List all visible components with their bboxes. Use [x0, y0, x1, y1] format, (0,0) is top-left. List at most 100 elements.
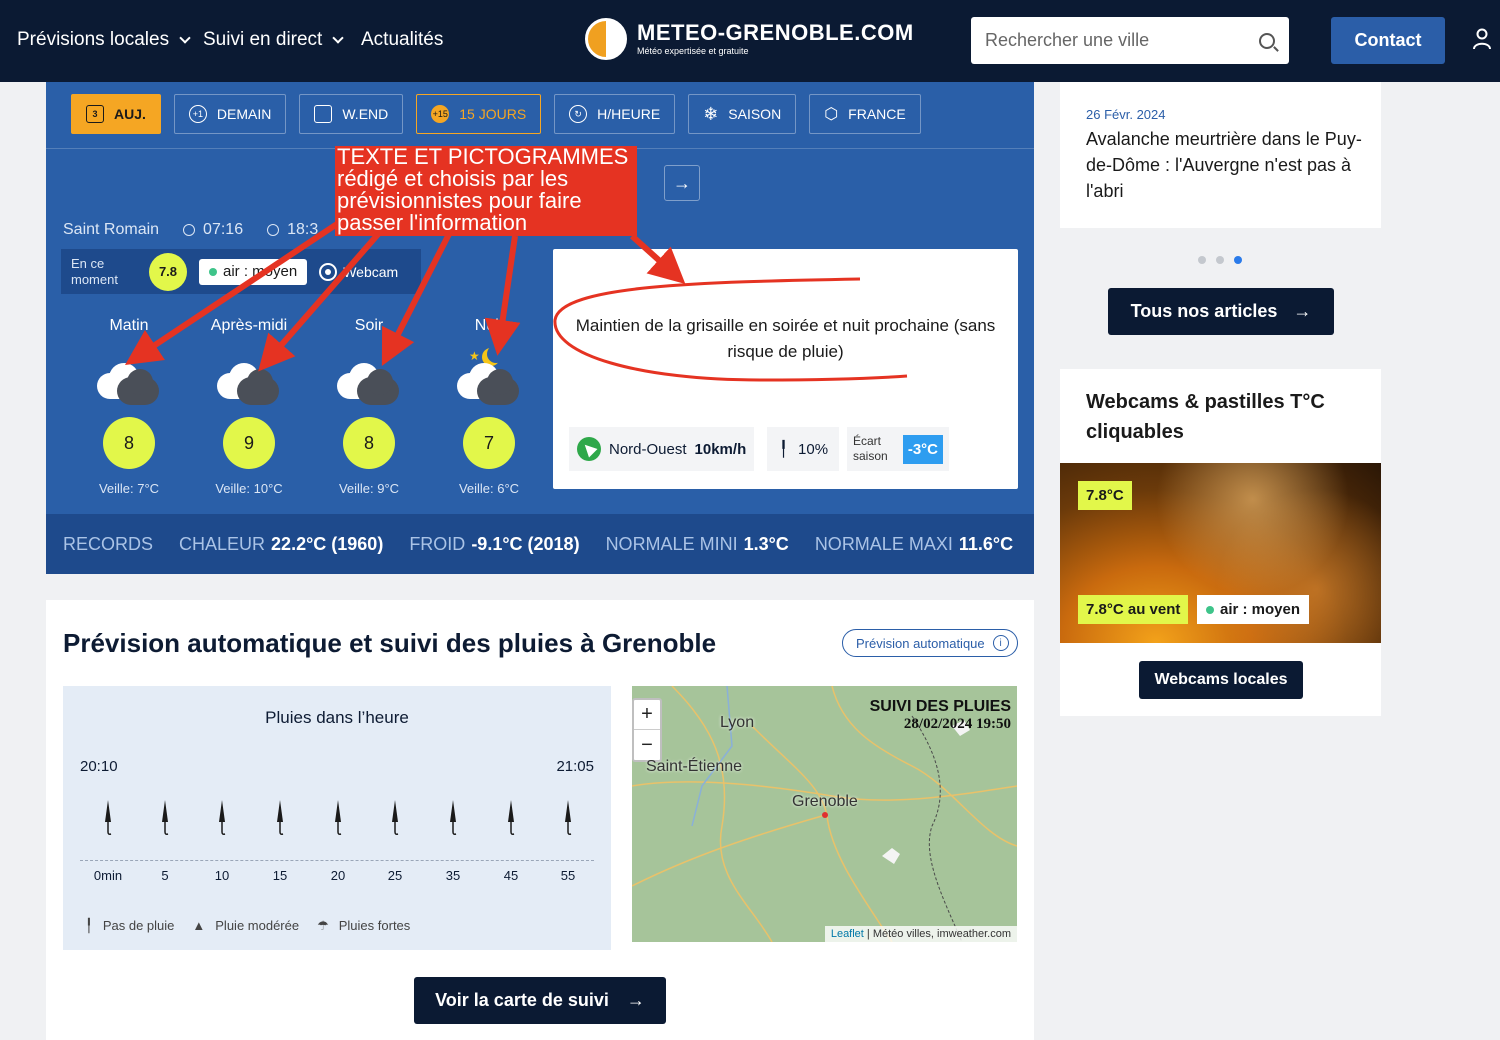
tab-label: W.END	[342, 106, 389, 122]
voir-carte-button[interactable]: Voir la carte de suivi →	[414, 977, 666, 1024]
sunrise-time: 07:16	[203, 221, 244, 238]
article-title[interactable]: Avalanche meurtrière dans le Puy-de-Dôme…	[1086, 126, 1366, 204]
forecast-text: Maintien de la grisaille en soirée et nu…	[575, 316, 996, 361]
rain-chance-value: 10%	[798, 440, 829, 458]
map-date: 28/02/2024 19:50	[903, 716, 1011, 732]
nav-suivi-en-direct[interactable]: Suivi en direct	[203, 29, 345, 51]
zoom-in-button[interactable]: +	[634, 700, 660, 730]
season-gap-label: Écart saison	[853, 434, 888, 463]
rain-chance: ╿ 10%	[767, 427, 839, 471]
next-arrow-button[interactable]: →	[664, 165, 700, 201]
webcam-air-badge[interactable]: air : moyen	[1197, 595, 1310, 624]
france-map-icon: ⬡	[824, 106, 839, 123]
tab-h-heure[interactable]: ↻ H/HEURE	[554, 94, 676, 134]
all-articles-label: Tous nos articles	[1130, 301, 1278, 321]
rain-end-time: 21:05	[556, 758, 594, 775]
period-name: Nuit	[474, 317, 504, 334]
period-veille: Veille: 6°C	[458, 481, 520, 496]
webcam-temp-badge[interactable]: 7.8°C	[1078, 481, 1132, 510]
site-logo[interactable]: METEO-GRENOBLE.COM Météo expertisée et g…	[585, 18, 914, 60]
sunrise: 07:16	[183, 221, 243, 239]
cloudy-icon	[337, 361, 401, 405]
tab-15-jours[interactable]: +15 15 JOURS	[416, 94, 542, 134]
webcam-air-label: air : moyen	[1220, 601, 1301, 618]
search-input[interactable]	[985, 30, 1225, 51]
carousel-dot[interactable]	[1216, 256, 1224, 264]
auto-forecast-pill[interactable]: Prévision automatique i	[842, 629, 1018, 657]
webcam-link[interactable]: Webcam	[319, 262, 398, 281]
tab-france[interactable]: ⬡ FRANCE	[809, 94, 921, 134]
article-date: 26 Févr. 2024	[1086, 107, 1166, 122]
webcam-wind-temp-badge[interactable]: 7.8°C au vent	[1078, 595, 1189, 624]
carousel-dot[interactable]	[1198, 256, 1206, 264]
forecast-text-card: Maintien de la grisaille en soirée et nu…	[553, 249, 1018, 489]
period-apres-midi: Après-midi 9 Veille: 10°C	[189, 317, 309, 496]
legend-heavy-rain: ☂ Pluies fortes	[317, 918, 411, 933]
rain-tick-label: 25	[387, 868, 403, 883]
snowflake-icon: ❄	[703, 103, 719, 124]
tab-demain[interactable]: +1 DEMAIN	[173, 94, 287, 134]
period-soir: Soir 8 Veille: 9°C	[309, 317, 429, 496]
search-box	[971, 17, 1289, 64]
rain-map[interactable]: + − SUIVI DES PLUIES 28/02/2024 19:50 Ly…	[632, 686, 1017, 942]
rain-tick-label: 45	[503, 868, 519, 883]
rain-hour-title: Pluies dans l’heure	[265, 708, 409, 727]
calendar-icon	[314, 105, 333, 123]
rain-tick-label: 0min	[93, 868, 123, 883]
sunset: 18:3	[267, 221, 318, 239]
annotation-label: TEXTE ET PICTOGRAMMES rédigé et choisis …	[335, 146, 637, 236]
nav-label: Actualités	[361, 29, 444, 50]
umbrella-closed-icon	[275, 800, 285, 836]
period-temp: 7	[463, 417, 515, 469]
carousel-dot-active[interactable]	[1234, 256, 1242, 264]
tab-label: AUJ.	[114, 106, 146, 122]
auto-forecast-label: Prévision automatique	[856, 635, 985, 651]
legend-no-rain: ╿ Pas de pluie	[85, 918, 175, 933]
leaflet-link[interactable]: Leaflet	[831, 928, 864, 940]
normale-maxi: NORMALE MAXI 11.6°C	[814, 533, 1014, 554]
map-zoom-control: + −	[632, 698, 662, 762]
umbrella-half-icon: ▲	[192, 918, 206, 933]
nav-actualites[interactable]: Actualités	[361, 29, 443, 51]
logo-icon	[585, 18, 627, 60]
period-name: Soir	[354, 317, 384, 334]
umbrella-closed-icon	[333, 800, 343, 836]
webcam-image[interactable]: 7.8°C 7.8°C au vent air : moyen	[1060, 463, 1381, 643]
period-veille: Veille: 10°C	[215, 481, 283, 496]
season-gap-value: -3°C	[902, 434, 943, 464]
tab-wend[interactable]: W.END	[299, 94, 404, 134]
period-veille: Veille: 7°C	[98, 481, 160, 496]
webcams-locales-button[interactable]: Webcams locales	[1139, 661, 1303, 699]
article-card[interactable]: 26 Févr. 2024 Avalanche meurtrière dans …	[1060, 82, 1381, 228]
sunset-time: 18:3	[287, 221, 319, 238]
cloudy-icon	[217, 361, 281, 405]
tab-auj[interactable]: 3 AUJ.	[71, 94, 161, 134]
search-icon[interactable]	[1259, 32, 1275, 49]
records-label: RECORDS	[63, 533, 154, 554]
top-navbar: Prévisions locales Suivi en direct Actua…	[0, 0, 1500, 82]
nav-previsions-locales[interactable]: Prévisions locales	[17, 29, 191, 51]
rain-section: Prévision automatique et suivi des pluie…	[46, 600, 1034, 1040]
tab-label: DEMAIN	[216, 106, 272, 122]
current-temp-badge[interactable]: 7.8	[149, 252, 187, 291]
zoom-out-button[interactable]: −	[634, 730, 660, 760]
umbrella-closed-icon	[563, 800, 573, 836]
user-icon[interactable]	[1472, 28, 1492, 50]
umbrella-closed-icon: ╿	[85, 918, 93, 933]
umbrella-closed-icon	[448, 800, 458, 836]
arrow-right-icon: →	[673, 172, 691, 193]
sunrise-icon	[183, 223, 196, 236]
chevron-down-icon	[179, 31, 191, 44]
all-articles-button[interactable]: Tous nos articles →	[1108, 288, 1334, 335]
rain-section-title: Prévision automatique et suivi des pluie…	[63, 628, 717, 658]
plus-fifteen-icon: +15	[431, 105, 450, 123]
location-marker-icon	[822, 812, 828, 818]
logo-title: METEO-GRENOBLE.COM	[637, 20, 914, 45]
carousel-dots	[1198, 256, 1242, 264]
period-temp: 8	[103, 417, 155, 469]
cloudy-night-icon: ★	[457, 349, 521, 405]
tab-saison[interactable]: ❄ SAISON	[688, 94, 797, 134]
contact-button[interactable]: Contact	[1331, 17, 1445, 64]
air-quality-pill[interactable]: air : moyen	[199, 258, 308, 285]
wind-speed: 10km/h	[694, 440, 747, 458]
